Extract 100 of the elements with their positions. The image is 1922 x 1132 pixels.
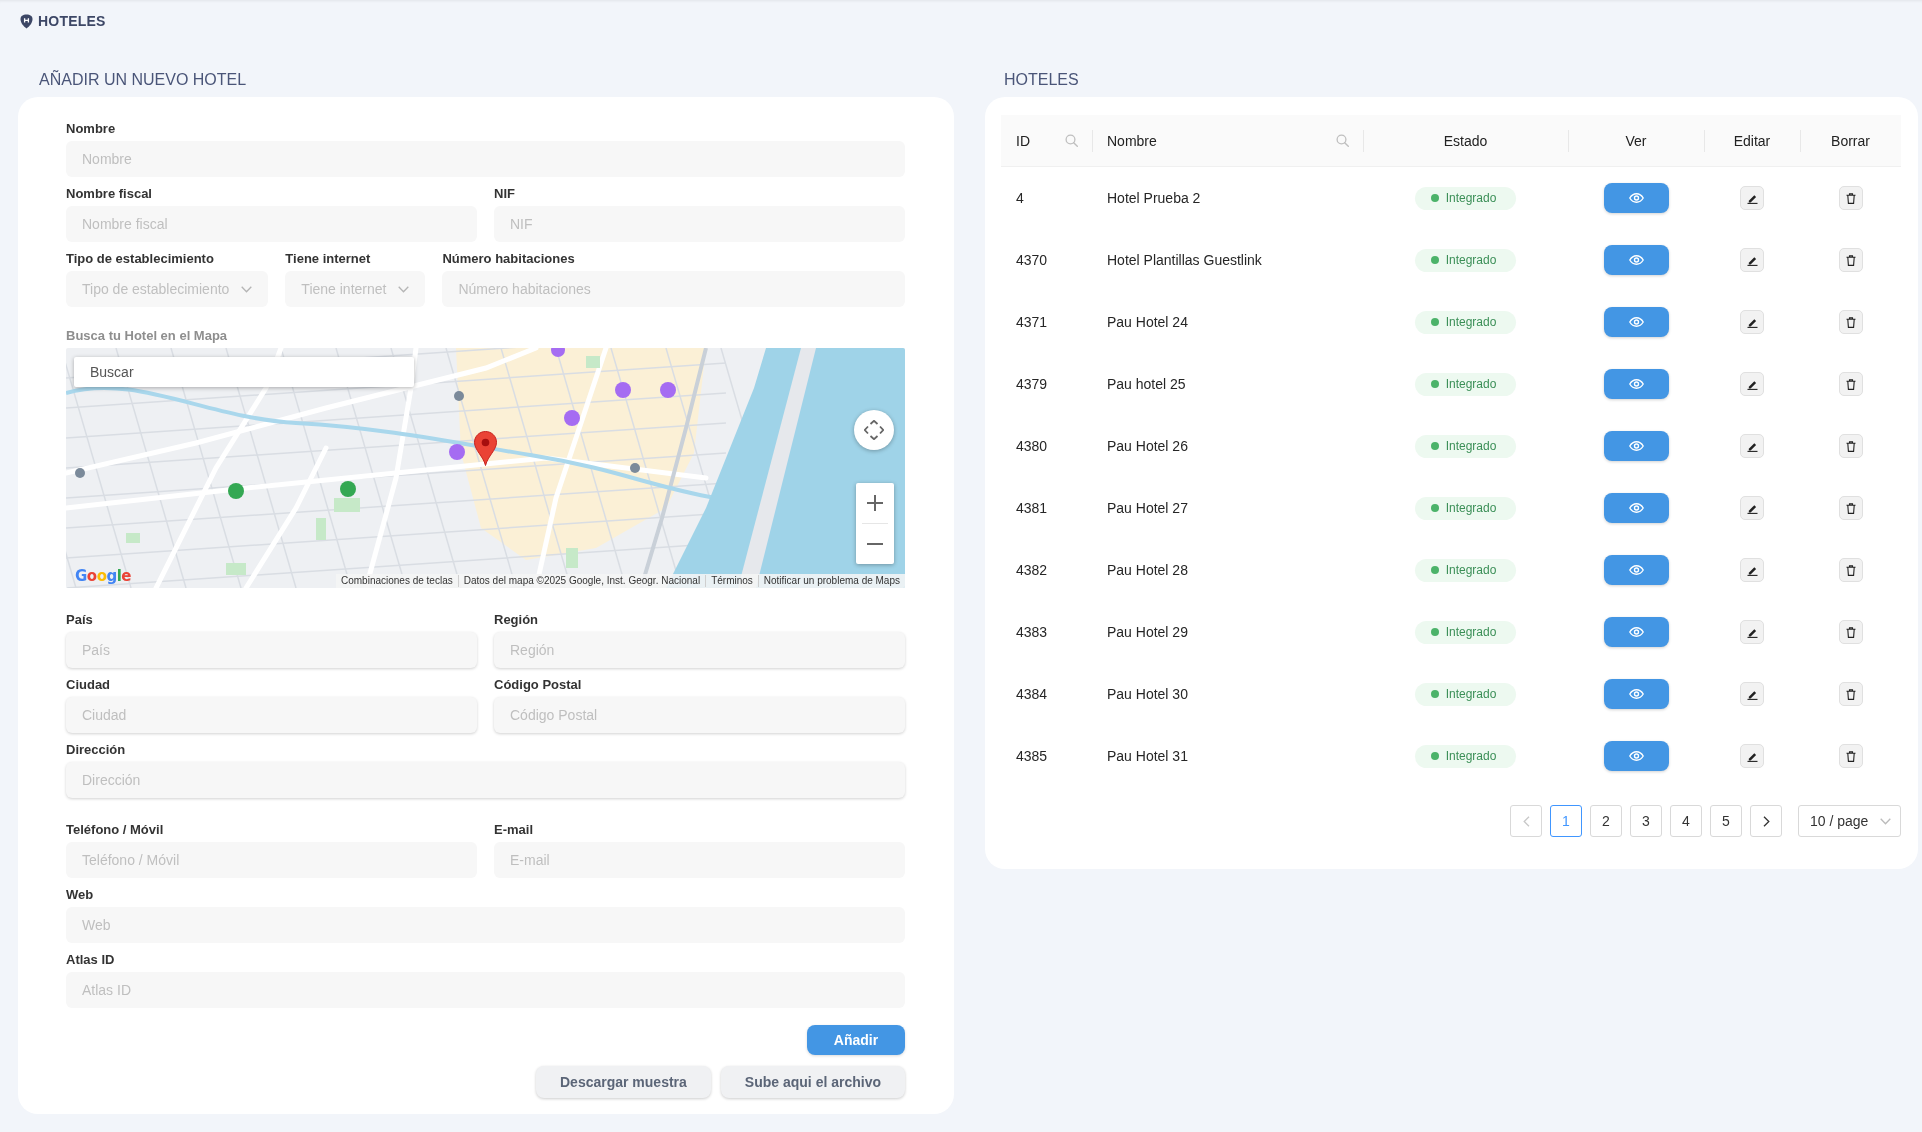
table-cell-text: 4379 <box>1015 375 1049 394</box>
section-title: HOTELES <box>1004 70 1080 90</box>
table-cell-text: 4385 <box>1015 747 1049 766</box>
pencil-icon <box>1746 626 1758 638</box>
eye-icon <box>1628 627 1644 637</box>
delete-button[interactable] <box>1838 744 1863 768</box>
field-label: Número habitaciones <box>442 251 576 267</box>
edit-button[interactable] <box>1740 496 1764 520</box>
delete-button[interactable] <box>1838 620 1863 644</box>
status-label: Integrado <box>1445 501 1497 515</box>
map-search-field[interactable]: Buscar <box>74 357 414 387</box>
input-field[interactable]: País <box>66 632 477 668</box>
view-button[interactable] <box>1603 307 1669 337</box>
trash-icon <box>1845 626 1856 638</box>
input-field[interactable]: Número habitaciones <box>442 271 905 307</box>
page-size-select[interactable]: 10 / page <box>1798 805 1901 837</box>
eye-icon <box>1628 689 1644 699</box>
view-button[interactable] <box>1603 369 1669 399</box>
view-button[interactable] <box>1603 679 1669 709</box>
edit-button[interactable] <box>1740 248 1764 272</box>
view-button[interactable] <box>1603 183 1669 213</box>
field-label: Región <box>494 612 540 628</box>
delete-button[interactable] <box>1838 186 1863 210</box>
pencil-icon <box>1746 564 1758 576</box>
trash-icon <box>1845 254 1856 266</box>
eye-icon <box>1628 193 1644 203</box>
input-field[interactable]: Código Postal <box>494 697 905 733</box>
field-label: Ciudad <box>66 677 112 693</box>
page-button[interactable]: 3 <box>1630 805 1662 837</box>
edit-button[interactable] <box>1740 620 1764 644</box>
input-field[interactable]: Ciudad <box>66 697 477 733</box>
caret-icon <box>1880 817 1891 825</box>
input-field[interactable]: Nombre <box>66 141 905 177</box>
table-cell-text: 4371 <box>1015 313 1049 332</box>
delete-button[interactable] <box>1838 248 1863 272</box>
pencil-icon <box>1746 192 1758 204</box>
eye-icon <box>1628 441 1644 451</box>
field-label: Código Postal <box>494 677 583 693</box>
field-label: Web <box>66 887 95 903</box>
pencil-icon <box>1746 378 1758 390</box>
chevron-right-icon <box>1762 815 1770 827</box>
view-button[interactable] <box>1603 493 1669 523</box>
delete-button[interactable] <box>1838 496 1863 520</box>
pencil-icon <box>1746 688 1758 700</box>
input-field[interactable]: Teléfono / Móvil <box>66 842 477 878</box>
column-header: Editar <box>1733 132 1771 149</box>
edit-button[interactable] <box>1740 186 1764 210</box>
field-label: Atlas ID <box>66 952 116 968</box>
file-action-button[interactable]: Descargar muestra <box>536 1066 711 1098</box>
file-action-button[interactable]: Sube aqui el archivo <box>720 1066 905 1098</box>
input-field[interactable]: Región <box>494 632 905 668</box>
input-field[interactable]: E-mail <box>494 842 905 878</box>
input-field[interactable]: Web <box>66 907 905 943</box>
edit-button[interactable] <box>1740 310 1764 334</box>
page-button[interactable]: 5 <box>1710 805 1742 837</box>
pencil-icon <box>1746 254 1758 266</box>
field-label: Tipo de establecimiento <box>66 251 215 267</box>
page-button[interactable]: 4 <box>1670 805 1702 837</box>
input-field[interactable]: Nombre fiscal <box>66 206 477 242</box>
delete-button[interactable] <box>1838 310 1863 334</box>
view-button[interactable] <box>1603 431 1669 461</box>
view-button[interactable] <box>1603 245 1669 275</box>
view-button[interactable] <box>1603 741 1669 771</box>
view-button[interactable] <box>1603 617 1669 647</box>
delete-button[interactable] <box>1838 434 1863 458</box>
edit-button[interactable] <box>1740 744 1764 768</box>
table-cell-text: Pau Hotel 29 <box>1106 623 1189 642</box>
trash-icon <box>1845 440 1856 452</box>
field-label: NIF <box>494 186 516 202</box>
delete-button[interactable] <box>1838 558 1863 582</box>
minus-icon <box>867 543 883 545</box>
edit-button[interactable] <box>1740 558 1764 582</box>
map-logo: Google <box>75 568 132 585</box>
delete-button[interactable] <box>1838 372 1863 396</box>
page-button[interactable]: 1 <box>1550 805 1582 837</box>
field-label: Busca tu Hotel en el Mapa <box>66 328 229 344</box>
table-cell-text: Pau Hotel 30 <box>1106 685 1189 704</box>
view-button[interactable] <box>1603 555 1669 585</box>
field-label: E-mail <box>494 822 534 838</box>
eye-icon <box>1628 751 1644 761</box>
field-label: Nombre fiscal <box>66 186 153 202</box>
trash-icon <box>1845 564 1856 576</box>
input-field[interactable]: Atlas ID <box>66 972 905 1008</box>
input-field[interactable]: NIF <box>494 206 905 242</box>
caret-icon <box>398 285 410 293</box>
page-button[interactable]: 2 <box>1590 805 1622 837</box>
column-header: Ver <box>1625 132 1647 149</box>
edit-button[interactable] <box>1740 434 1764 458</box>
add-button[interactable]: Añadir <box>807 1025 905 1055</box>
trash-icon <box>1845 502 1856 514</box>
shield-icon <box>20 13 33 29</box>
column-header: Borrar <box>1831 132 1870 149</box>
input-field[interactable]: Dirección <box>66 762 905 798</box>
edit-button[interactable] <box>1740 682 1764 706</box>
delete-button[interactable] <box>1838 682 1863 706</box>
table-cell-text: Pau Hotel 28 <box>1106 561 1189 580</box>
field-label: Tiene internet <box>285 251 372 267</box>
table-cell-text: Pau Hotel 27 <box>1106 499 1189 518</box>
edit-button[interactable] <box>1740 372 1764 396</box>
table-cell-text: Pau Hotel 31 <box>1106 747 1189 766</box>
